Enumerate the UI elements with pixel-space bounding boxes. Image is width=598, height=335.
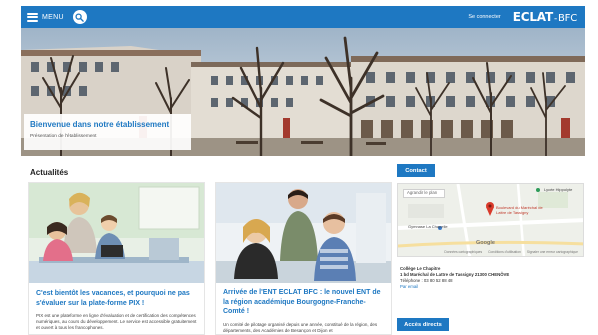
map-poi-label: Gymnase La Chapelle (408, 224, 448, 229)
eclat-bfc-logo[interactable]: ECLAT - BFC (513, 10, 577, 24)
location-map[interactable]: Agrandir le plan Lycée Hippolyte Bouleva… (397, 183, 584, 257)
map-pin-label: Boulevard du Maréchal de Lattre de Tassi… (496, 205, 543, 215)
hero-subtitle: Présentation de l'établissement (30, 134, 97, 139)
news-card-text: PIX est une plateforme en ligne d'évalua… (36, 313, 197, 330)
news-card-image[interactable] (216, 183, 391, 283)
map-footer-link[interactable]: Signaler une erreur cartographique (527, 250, 578, 254)
news-card-title[interactable]: C'est bientôt les vacances, et pourquoi … (36, 289, 199, 308)
login-link[interactable]: Se connecter (468, 14, 500, 20)
direct-access-button[interactable]: Accès directs (397, 318, 449, 331)
news-card-image[interactable] (29, 183, 204, 283)
map-footer-link[interactable]: Données cartographiques (444, 250, 482, 254)
students-photo (216, 183, 391, 283)
news-section-title: Actualités (30, 168, 69, 177)
news-card-text: Un comité de pilotage organisé depuis un… (223, 322, 378, 333)
news-card[interactable]: Arrivée de l'ENT ECLAT BFC : le nouvel E… (215, 182, 392, 335)
news-card[interactable]: C'est bientôt les vacances, et pourquoi … (28, 182, 205, 335)
search-icon (75, 12, 85, 22)
hero-banner: Bienvenue dans notre établissement Prése… (21, 28, 585, 156)
email-link[interactable]: Par email (400, 284, 585, 290)
search-button[interactable] (72, 10, 87, 24)
classroom-photo (29, 183, 204, 283)
contact-button[interactable]: Contact (397, 164, 435, 177)
logo-bfc-text: BFC (558, 13, 577, 24)
google-logo: Google (476, 240, 495, 246)
news-card-title[interactable]: Arrivée de l'ENT ECLAT BFC : le nouvel E… (223, 288, 386, 317)
school-address: Collège Le Chapitre 1 bd Maréchal de Lat… (400, 266, 585, 290)
hero-caption[interactable]: Bienvenue dans notre établissement Prése… (24, 114, 191, 150)
menu-label: MENU (42, 13, 64, 21)
top-navigation-bar: MENU Se connecter ECLAT - BFC (21, 6, 585, 28)
map-poi-label: Lycée Hippolyte (544, 187, 573, 192)
hero-title[interactable]: Bienvenue dans notre établissement (30, 120, 185, 130)
map-enlarge-link[interactable]: Agrandir le plan (403, 189, 445, 198)
logo-dash-text: - (553, 14, 557, 24)
map-footer: Données cartographiques Conditions d'uti… (398, 250, 583, 254)
logo-eclat-text: ECLAT (512, 10, 553, 24)
menu-button[interactable]: MENU (27, 8, 64, 26)
hamburger-icon (27, 12, 38, 22)
map-footer-link[interactable]: Conditions d'utilisation (488, 250, 521, 254)
